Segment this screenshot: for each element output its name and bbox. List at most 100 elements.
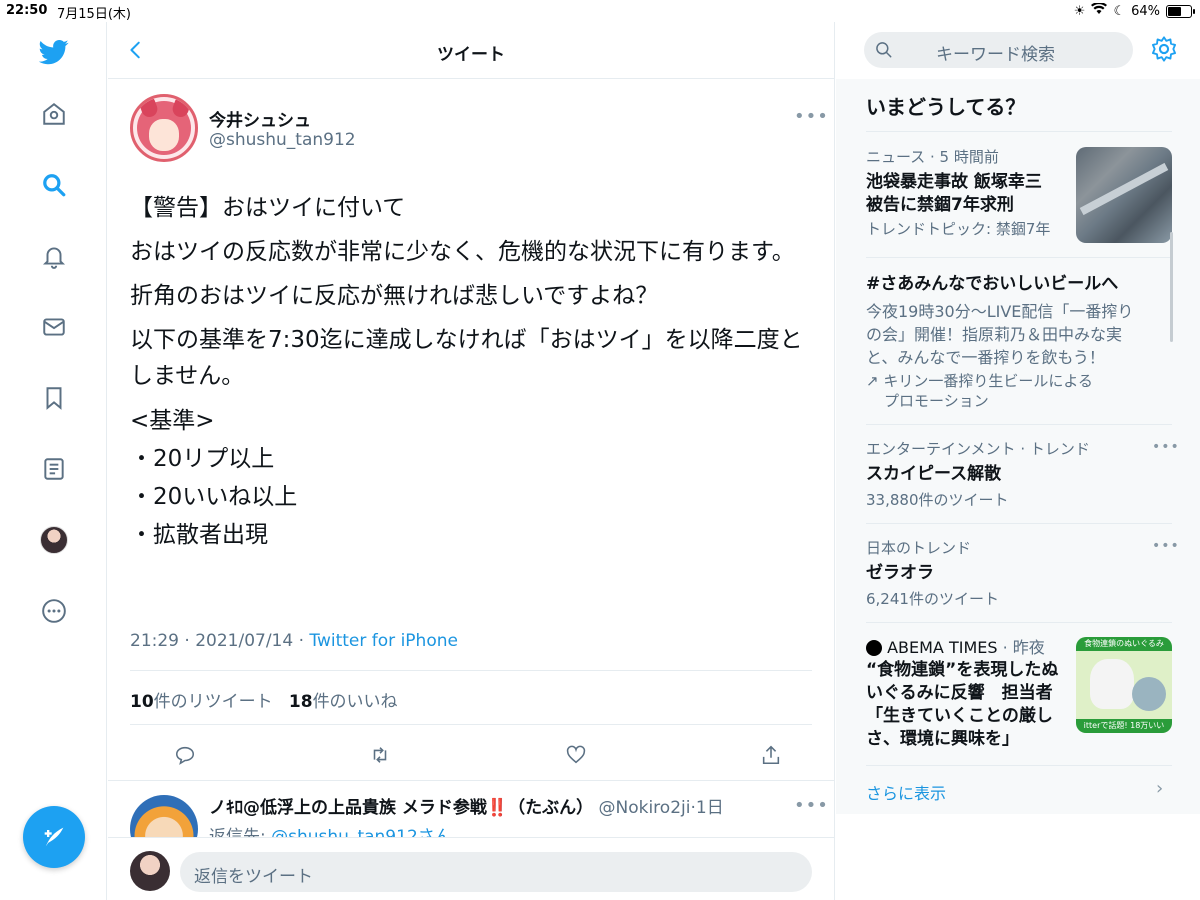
criteria-item: ・20いいね以上 (130, 484, 298, 510)
trend-item[interactable]: 日本のトレンド ゼラオラ 6,241件のツイート (866, 538, 1172, 609)
settings-gear-icon[interactable] (1150, 35, 1178, 67)
reply-input[interactable]: 返信をツイート (180, 852, 812, 892)
news-time: · 昨夜 (997, 638, 1045, 657)
divider (866, 622, 1172, 623)
trend-more-icon[interactable]: ••• (1152, 538, 1180, 554)
search-icon (874, 40, 894, 64)
reply-icon (175, 746, 195, 765)
criteria-header: <基準> (130, 408, 215, 434)
explore-icon[interactable] (38, 169, 70, 201)
trend-category: エンターテインメント · トレンド (866, 440, 1090, 458)
divider (866, 424, 1172, 425)
divider (866, 131, 1172, 132)
tweet-line: おはツイの反応数が非常に少なく、危機的な状況下に有ります。 (130, 239, 795, 265)
divider (130, 670, 812, 671)
do-not-disturb-icon: ☾ (1113, 3, 1126, 19)
retweet-stat[interactable]: 10件のリツイート (130, 692, 273, 712)
divider (866, 523, 1172, 524)
author-name[interactable]: 今井シュシュ (209, 106, 311, 131)
criteria-list: <基準> ・20リプ以上 ・20いいね以上 ・拡散者出現 (130, 402, 820, 554)
reply-button[interactable] (168, 738, 202, 772)
status-bar: 22:50 7月15日(木) ☀ ☾ 64% (0, 0, 1200, 22)
reply-author-handle[interactable]: @Nokiro2ji (599, 798, 691, 818)
trend-sub: 6,241件のツイート (866, 590, 999, 608)
trend-item[interactable]: エンターテインメント · トレンド スカイピース解散 33,880件のツイート (866, 439, 1172, 510)
tweet-line: 折角のおはツイに反応が無ければ悲しいですよね？ (130, 283, 659, 309)
reply-author-name[interactable]: ノｷﾛ@低浮上の上品貴族 メラド参戦‼️（たぶん） (209, 798, 593, 818)
profile-avatar[interactable] (38, 524, 70, 556)
tweet-line: 以下の基準を7:30迄に達成しなければ「おはツイ」を以降二度としません。 (130, 327, 803, 389)
divider (130, 724, 812, 725)
lists-icon[interactable] (38, 453, 70, 485)
share-button[interactable] (754, 738, 788, 772)
trend-desc: の会」開催！指原莉乃＆田中みな実 (866, 325, 1123, 344)
compose-tweet-icon (44, 827, 64, 847)
reply-header: ノｷﾛ@低浮上の上品貴族 メラド参戦‼️（たぶん） @Nokiro2ji·1日 (209, 793, 724, 818)
left-nav (0, 22, 107, 900)
retweet-button[interactable] (363, 738, 397, 772)
like-button[interactable] (559, 738, 593, 772)
tweet-timestamp[interactable]: 21:29 · 2021/07/14 · (130, 631, 309, 651)
divider (108, 780, 834, 781)
right-sidebar: キーワード検索 いまどうしてる？ ニュース · 5 時間前 池袋暴走事故 飯塚幸… (836, 22, 1200, 900)
more-icon[interactable] (38, 595, 70, 627)
trend-more-icon[interactable]: ••• (1152, 439, 1180, 455)
battery-icon (1166, 4, 1195, 18)
composer-avatar (130, 851, 170, 891)
divider (866, 257, 1172, 258)
trend-category: 日本のトレンド (866, 539, 972, 557)
reply-more-icon[interactable]: ••• (794, 795, 829, 816)
tweet-detail-column: ツイート 今井シュシュ @shushu_tan912 ••• 【警告】おはツイに… (108, 22, 835, 900)
heart-icon (566, 745, 585, 764)
promoted-icon: ↗ (866, 372, 879, 390)
tweet-line: 【警告】おはツイに付いて (130, 195, 406, 221)
trend-title: ゼラオラ (866, 563, 934, 583)
author-handle[interactable]: @shushu_tan912 (209, 130, 356, 150)
trend-sub: 33,880件のツイート (866, 491, 1009, 509)
news-source: ABEMA TIMES (887, 638, 998, 657)
trend-desc: と、みんなで一番搾りを飲もう！ (866, 348, 1105, 367)
reply-time: ·1日 (690, 798, 724, 818)
tweet-actions (168, 738, 788, 772)
compose-tweet-button[interactable] (23, 806, 85, 868)
twitter-logo-icon[interactable] (38, 36, 70, 68)
search-input[interactable]: キーワード検索 (864, 32, 1133, 68)
tweet-text: 【警告】おはツイに付いて おはツイの反応数が非常に少なく、危機的な状況下に有りま… (130, 190, 820, 554)
battery-percent: 64% (1131, 3, 1160, 19)
search-placeholder: キーワード検索 (936, 45, 1055, 65)
messages-icon[interactable] (38, 311, 70, 343)
trend-desc: 今夜19時30分〜LIVE配信「一番搾り (866, 302, 1134, 321)
author-avatar[interactable] (130, 94, 198, 162)
signal-icon: ☀ (1073, 3, 1086, 19)
trends-title: いまどうしてる？ (866, 95, 1026, 119)
retweet-icon (374, 747, 387, 763)
reply-composer: 返信をツイート (108, 837, 834, 900)
tweet-source[interactable]: Twitter for iPhone (309, 631, 458, 651)
news-thumbnail[interactable]: 食物連鎖のぬいぐるみ itterで話題! 18万いい (1076, 637, 1172, 733)
tweet-stats: 10件のリツイート 18件のいいね (130, 687, 398, 712)
abema-logo-icon (866, 640, 882, 656)
page-title: ツイート (437, 45, 505, 65)
criteria-item: ・20リプ以上 (130, 446, 275, 472)
trend-title: #さあみんなでおいしいビールへ (866, 274, 1119, 294)
trend-thumbnail[interactable] (1076, 147, 1172, 243)
promoted-trend[interactable]: #さあみんなでおいしいビールへ 今夜19時30分〜LIVE配信「一番搾り の会」… (866, 273, 1172, 411)
tweet-meta: 21:29 · 2021/07/14 · Twitter for iPhone (130, 631, 458, 651)
notifications-icon[interactable] (38, 240, 70, 272)
status-date: 7月15日(木) (57, 7, 131, 22)
scrollbar[interactable] (1170, 232, 1173, 342)
show-more-link[interactable]: さらに表示 (866, 780, 946, 804)
wifi-icon (1091, 1, 1108, 19)
bookmarks-icon[interactable] (38, 382, 70, 414)
trend-title: スカイピース解散 (866, 464, 1002, 484)
like-stat[interactable]: 18件のいいね (289, 692, 398, 712)
home-icon[interactable] (38, 98, 70, 130)
promoted-label-2: プロモーション (884, 392, 989, 410)
trends-panel: いまどうしてる？ ニュース · 5 時間前 池袋暴走事故 飯塚幸三 被告に禁錮7… (836, 79, 1200, 814)
criteria-item: ・拡散者出現 (130, 522, 268, 548)
tweet-more-icon[interactable]: ••• (794, 106, 829, 127)
thumbnail-caption-top: 食物連鎖のぬいぐるみ (1076, 637, 1172, 651)
thumbnail-caption-bottom: itterで話題! 18万いい (1076, 719, 1172, 733)
detail-header: ツイート (108, 22, 834, 79)
chevron-right-icon: › (1156, 778, 1164, 799)
